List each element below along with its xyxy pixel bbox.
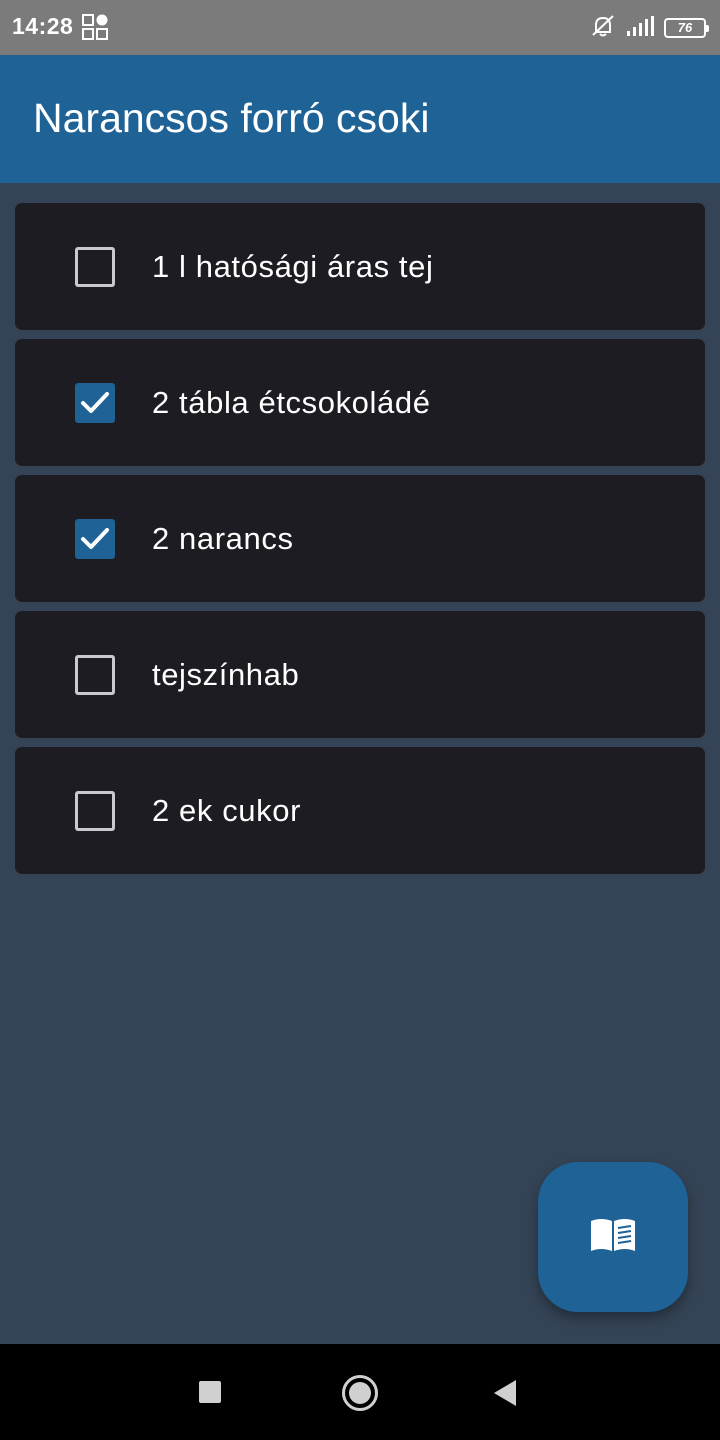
item-label: 2 ek cukor: [152, 793, 302, 828]
list-item[interactable]: 2 ek cukor: [15, 747, 705, 874]
app-bar: Narancsos forró csoki: [0, 55, 720, 183]
list-item[interactable]: tejszínhab: [15, 611, 705, 738]
list-item[interactable]: 2 tábla étcsokoládé: [15, 339, 705, 466]
battery-icon: 76: [664, 18, 709, 38]
status-bar: 14:28 76: [0, 0, 720, 55]
list-item[interactable]: 2 narancs: [15, 475, 705, 602]
checkbox-checked[interactable]: [75, 519, 115, 559]
app-grid-icon: [82, 14, 108, 40]
checkbox[interactable]: [75, 247, 115, 287]
open-book-icon: [589, 1217, 637, 1258]
checkbox-checked[interactable]: [75, 383, 115, 423]
checkmark-icon: [81, 528, 109, 549]
item-label: tejszínhab: [152, 657, 300, 692]
signal-icon: [626, 15, 654, 42]
checkbox[interactable]: [75, 791, 115, 831]
item-label: 2 narancs: [152, 521, 294, 556]
status-icons: 76: [590, 13, 709, 44]
page-title: Narancsos forró csoki: [33, 95, 430, 141]
silent-icon: [590, 13, 616, 44]
recents-icon[interactable]: [199, 1381, 221, 1403]
checkmark-icon: [81, 392, 109, 413]
item-label: 2 tábla étcsokoládé: [152, 385, 431, 420]
ingredient-list: 1 l hatósági áras tej 2 tábla étcsokolád…: [15, 203, 705, 883]
item-label: 1 l hatósági áras tej: [152, 249, 434, 284]
back-icon[interactable]: [494, 1380, 516, 1406]
open-recipe-button[interactable]: [538, 1162, 688, 1312]
navigation-bar: [0, 1344, 720, 1440]
list-item[interactable]: 1 l hatósági áras tej: [15, 203, 705, 330]
checkbox[interactable]: [75, 655, 115, 695]
status-time: 14:28: [12, 13, 74, 39]
home-icon[interactable]: [342, 1375, 378, 1411]
